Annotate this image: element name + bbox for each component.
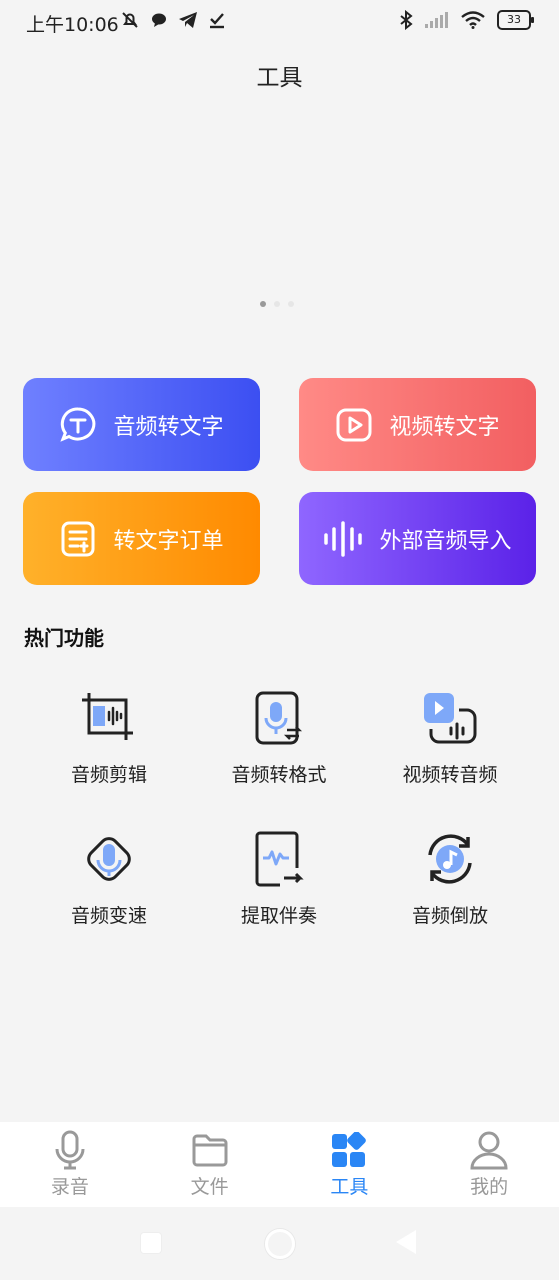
speed-icon [29, 829, 189, 889]
banner-dot[interactable] [288, 301, 294, 307]
audio-clip-label: 音频剪辑 [70, 764, 147, 786]
bluetooth-icon [400, 10, 413, 30]
battery-indicator: 33 [497, 10, 534, 30]
status-notification-icons [120, 10, 226, 30]
extract-icon [199, 829, 359, 889]
text-order-label: 转文字订单 [113, 528, 224, 554]
back-button[interactable] [396, 1230, 416, 1254]
tab-profile-label: 我的 [470, 1176, 509, 1198]
hot-features-title: 热门功能 [24, 626, 104, 650]
extract-accompaniment-label: 提取伴奏 [240, 905, 317, 927]
status-time: 上午10:06 [26, 14, 119, 36]
tab-files-label: 文件 [190, 1176, 229, 1198]
tab-record-label: 录音 [50, 1176, 89, 1198]
home-button[interactable] [265, 1229, 295, 1259]
folder-icon [140, 1130, 280, 1170]
external-audio-import-button[interactable]: 外部音频导入 [299, 492, 536, 585]
status-bar: 上午10:06 33 [0, 0, 559, 44]
telegram-icon [179, 12, 197, 28]
crop-audio-icon [29, 688, 189, 748]
banner-pagination [260, 301, 294, 307]
video-to-text-label: 视频转文字 [389, 414, 500, 440]
video-to-text-button[interactable]: 视频转文字 [299, 378, 536, 471]
play-icon [335, 406, 373, 444]
tab-tools-label: 工具 [330, 1176, 369, 1198]
audio-speed-tool[interactable]: 音频变速 [29, 829, 189, 928]
system-nav-bar [0, 1207, 559, 1280]
video-to-audio-icon [370, 688, 530, 748]
page-title: 工具 [256, 65, 303, 91]
download-check-icon [210, 13, 224, 29]
text-order-button[interactable]: 转文字订单 [23, 492, 260, 585]
audio-reverse-label: 音频倒放 [411, 905, 488, 927]
audio-to-text-button[interactable]: 音频转文字 [23, 378, 260, 471]
audio-format-tool[interactable]: 音频转格式 [199, 688, 359, 787]
chat-text-icon [59, 406, 97, 444]
extract-accompaniment-tool[interactable]: 提取伴奏 [199, 829, 359, 928]
video-to-audio-label: 视频转音频 [402, 764, 498, 786]
banner-dot[interactable] [274, 301, 280, 307]
bottom-tab-bar: 录音 文件 工具 我的 [0, 1122, 559, 1207]
status-system-icons: 33 [399, 10, 534, 30]
wifi-icon [461, 11, 485, 29]
tools-grid-icon [280, 1130, 420, 1170]
format-convert-icon [199, 688, 359, 748]
person-icon [419, 1130, 559, 1170]
mute-bell-icon [122, 12, 138, 28]
tab-files[interactable]: 文件 [140, 1122, 280, 1207]
audio-reverse-tool[interactable]: 音频倒放 [370, 829, 530, 928]
recent-apps-button[interactable] [141, 1233, 161, 1253]
external-audio-import-label: 外部音频导入 [379, 528, 512, 554]
tab-record[interactable]: 录音 [0, 1122, 140, 1207]
tab-tools[interactable]: 工具 [280, 1122, 420, 1207]
document-icon [59, 520, 97, 558]
audio-clip-tool[interactable]: 音频剪辑 [29, 688, 189, 787]
audio-to-text-label: 音频转文字 [113, 414, 224, 440]
reverse-icon [370, 829, 530, 889]
video-to-audio-tool[interactable]: 视频转音频 [370, 688, 530, 787]
waveform-icon [323, 520, 363, 558]
signal-icon [425, 12, 448, 28]
audio-speed-label: 音频变速 [70, 905, 147, 927]
chat-bubble-icon [152, 13, 166, 27]
microphone-icon [0, 1130, 140, 1170]
tab-profile[interactable]: 我的 [419, 1122, 559, 1207]
audio-format-label: 音频转格式 [231, 764, 327, 786]
banner-dot-active[interactable] [260, 301, 266, 307]
